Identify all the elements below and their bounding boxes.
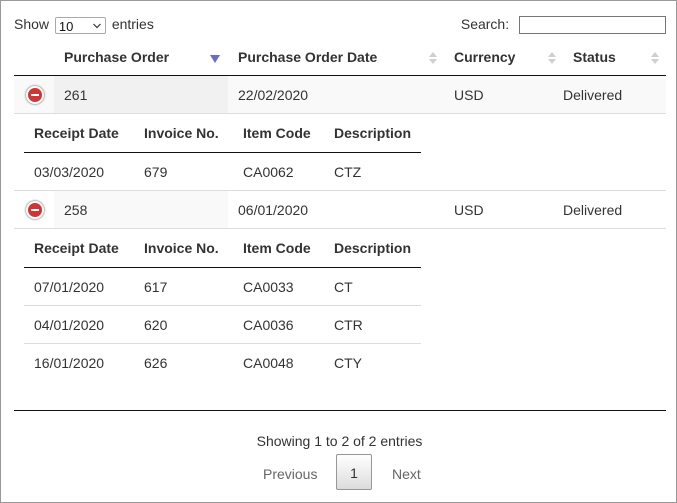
purchase-order-date-cell: 06/01/2020: [228, 190, 444, 229]
receipts-header-invoice-no: Invoice No.: [134, 229, 233, 268]
length-label-after: entries: [111, 16, 154, 32]
table-bottom-border: [14, 410, 666, 411]
column-header-label: Purchase Order Date: [238, 49, 378, 65]
column-header-purchase-order[interactable]: Purchase Order: [54, 39, 228, 76]
pagination: Previous 1 Next: [1, 454, 677, 492]
order-detail-cell: Receipt Date Invoice No. Item Code Descr…: [14, 113, 666, 191]
orders-table: Purchase Order Purchase Order Date Curre…: [14, 39, 666, 381]
receipt-date-cell: 07/01/2020: [24, 267, 134, 306]
receipts-header-description: Description: [324, 114, 422, 153]
receipts-header-receipt-date: Receipt Date: [24, 229, 134, 268]
order-detail-cell: Receipt Date Invoice No. Item Code Descr…: [14, 229, 666, 382]
item-code-cell: CA0036: [233, 305, 324, 344]
item-code-cell: CA0062: [243, 163, 294, 180]
purchase-order-cell: 261: [54, 75, 228, 114]
purchase-order-cell: 258: [54, 190, 228, 229]
description-cell: CTZ: [334, 163, 362, 180]
sort-both-icon: [548, 52, 556, 64]
invoice-no-cell: 620: [134, 305, 233, 344]
purchase-order-date-cell: 22/02/2020: [228, 75, 444, 114]
receipt-row: 03/03/2020 679 CA0062 CTZ: [24, 153, 421, 191]
receipts-header-item-code: Item Code: [233, 114, 324, 153]
column-header-purchase-order-date[interactable]: Purchase Order Date: [228, 39, 444, 76]
receipts-header-description: Description: [324, 229, 422, 268]
receipts-table: Receipt Date Invoice No. Item Code Descr…: [24, 229, 422, 382]
invoice-no-cell: 626: [144, 354, 168, 371]
order-detail-row: Receipt Date Invoice No. Item Code Descr…: [14, 229, 666, 382]
receipts-table: Receipt Date Invoice No. Item Code Descr…: [24, 114, 422, 191]
item-code-cell: CA0033: [233, 267, 324, 306]
receipts-header-item-code: Item Code: [233, 229, 324, 268]
entries-per-page-value: 10: [58, 18, 74, 34]
order-detail-row: Receipt Date Invoice No. Item Code Descr…: [14, 113, 666, 191]
control-column-header: [14, 39, 54, 76]
status-cell: Delivered: [563, 75, 666, 114]
sort-both-icon: [429, 52, 437, 64]
status-cell: Delivered: [563, 190, 666, 229]
length-control: Show 10 entries: [14, 14, 154, 34]
receipt-date-cell: 03/03/2020: [34, 163, 105, 180]
sort-both-icon: [651, 52, 659, 64]
page-1-button[interactable]: 1: [336, 454, 372, 490]
row-control-cell[interactable]: [14, 75, 54, 114]
previous-page-button[interactable]: Previous: [263, 466, 317, 482]
receipt-row: 16/01/2020 626 CA0048 CTY: [24, 344, 421, 382]
receipts-header-invoice-no: Invoice No.: [134, 114, 233, 153]
length-label-before: Show: [14, 16, 50, 32]
next-page-button[interactable]: Next: [392, 466, 421, 482]
currency-cell: USD: [444, 190, 563, 229]
description-cell: CT: [324, 267, 422, 306]
receipt-date-cell: 04/01/2020: [24, 305, 134, 344]
invoice-no-cell: 679: [144, 163, 168, 180]
datatable-window: Show 10 entries Search: Purchase Order P…: [0, 0, 677, 503]
order-row[interactable]: 258 06/01/2020 USD Delivered: [14, 190, 666, 229]
receipts-header-row: Receipt Date Invoice No. Item Code Descr…: [24, 229, 422, 268]
column-header-label: Currency: [454, 49, 516, 65]
entries-per-page-select[interactable]: 10: [54, 16, 106, 34]
receipt-date-cell: 16/01/2020: [34, 354, 105, 371]
search-input[interactable]: [519, 16, 666, 35]
order-row[interactable]: 261 22/02/2020 USD Delivered: [14, 75, 666, 114]
invoice-no-cell: 617: [134, 267, 233, 306]
table-controls: Show 10 entries Search:: [14, 14, 666, 36]
receipt-row: 07/01/2020 617 CA0033 CT: [24, 267, 422, 306]
row-control-cell[interactable]: [14, 190, 54, 229]
currency-cell: USD: [444, 75, 563, 114]
receipts-header-receipt-date: Receipt Date: [24, 114, 134, 153]
column-header-label: Status: [573, 49, 616, 65]
search-label: Search:: [460, 16, 510, 32]
receipt-row: 04/01/2020 620 CA0036 CTR: [24, 305, 422, 344]
description-cell: CTY: [334, 354, 362, 371]
column-header-label: Purchase Order: [64, 49, 170, 65]
search-control: Search:: [460, 14, 666, 35]
orders-header-row: Purchase Order Purchase Order Date Curre…: [14, 39, 666, 76]
column-header-currency[interactable]: Currency: [444, 39, 563, 76]
table-info: Showing 1 to 2 of 2 entries: [256, 433, 423, 449]
collapse-row-icon[interactable]: [26, 85, 44, 104]
item-code-cell: CA0048: [243, 354, 294, 371]
chevron-down-icon: [92, 23, 101, 29]
receipts-header-row: Receipt Date Invoice No. Item Code Descr…: [24, 114, 422, 153]
collapse-row-icon[interactable]: [26, 200, 44, 219]
description-cell: CTR: [324, 305, 422, 344]
column-header-status[interactable]: Status: [563, 39, 666, 76]
sort-descending-icon: [210, 55, 220, 63]
